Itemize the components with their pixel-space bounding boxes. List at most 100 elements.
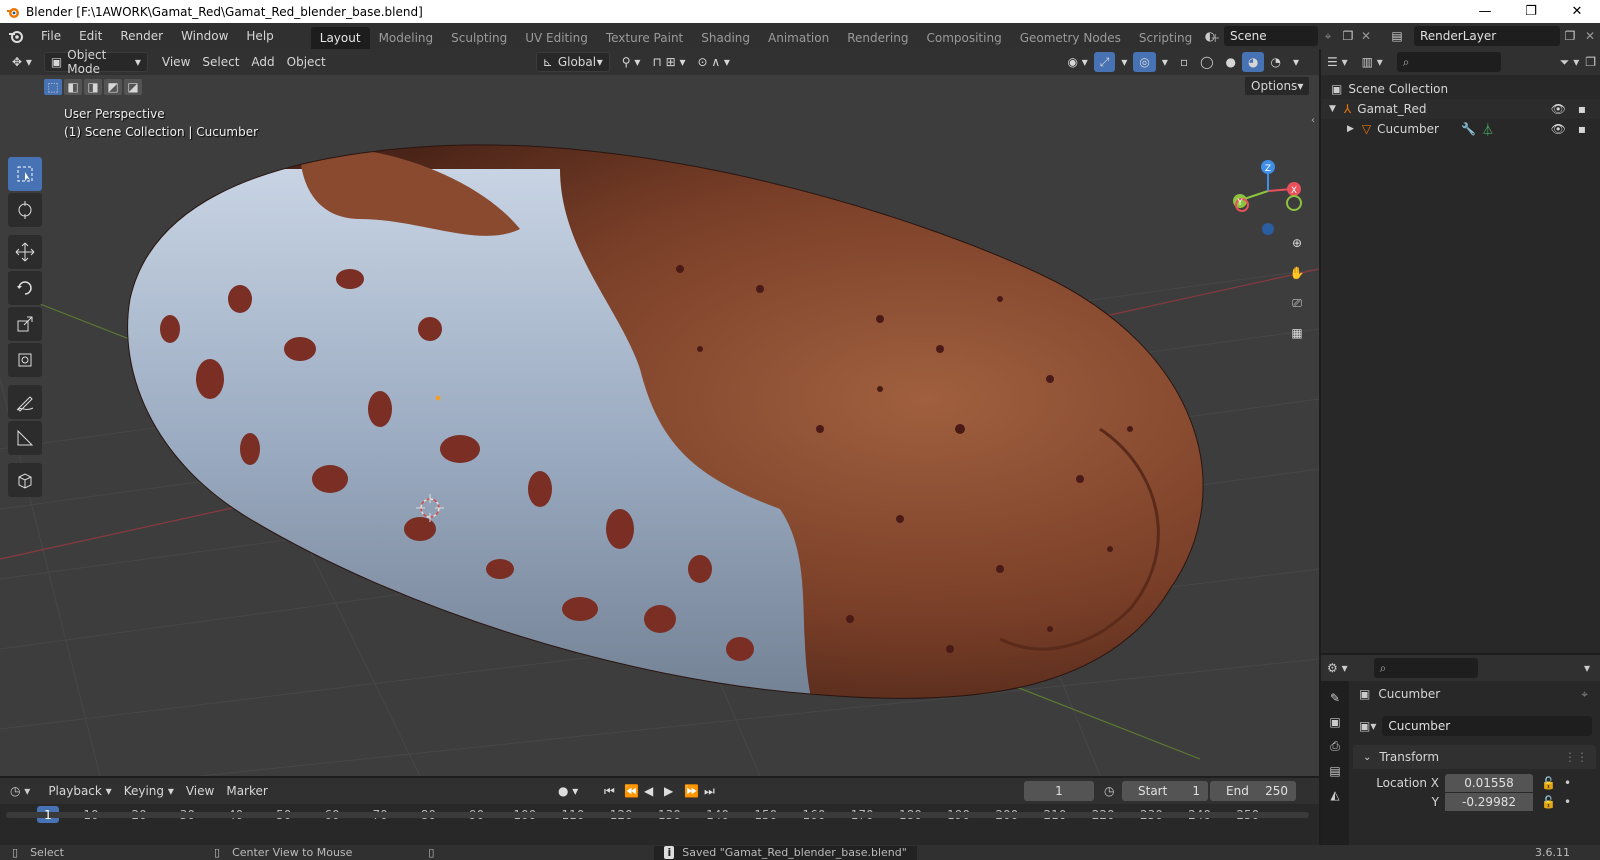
outliner-editor-icon[interactable]: ☰ ▾ [1327,55,1348,69]
view-layer-tab-icon[interactable]: ▤ [1329,764,1340,778]
modifier-wrench-icon[interactable]: 🔧 [1461,122,1476,136]
keyframe-dot-icon[interactable]: • [1564,776,1571,790]
new-layer-icon[interactable]: ❐ [1560,29,1580,43]
menu-object[interactable]: Object [281,52,332,72]
remove-scene-icon[interactable]: ✕ [1358,29,1374,43]
scale-tool-icon[interactable] [8,307,42,341]
solid-shading-icon[interactable]: ● [1220,52,1242,72]
transform-section-header[interactable]: ⌄ Transform ⋮⋮ [1353,745,1596,769]
new-collection-icon[interactable]: ❐ [1585,55,1596,69]
clock-icon[interactable]: ◷ [1104,784,1114,798]
measure-tool-icon[interactable] [8,421,42,455]
gizmo-dropdown-icon[interactable]: ▾ [1115,52,1133,72]
tab-texture-paint[interactable]: Texture Paint [597,27,692,49]
select-invert-icon[interactable]: ◩ [104,79,122,95]
mode-dropdown[interactable]: ▣ Object Mode ▾ [43,49,148,76]
material-shading-icon[interactable]: ◕ [1242,52,1265,72]
filter-icon[interactable]: ⏷ ▾ [1560,55,1579,70]
add-cube-tool-icon[interactable] [8,463,42,497]
outliner-row-cucumber[interactable]: ▶ ▽ Cucumber 🔧 ⏃ 👁 ▪ [1321,119,1600,139]
menu-playback[interactable]: Playback ▾ [42,781,117,801]
tab-animation[interactable]: Animation [759,27,838,49]
shading-dropdown-icon[interactable]: ▾ [1287,52,1305,72]
tab-uv-editing[interactable]: UV Editing [516,27,597,49]
timeline-editor-icon[interactable]: ◷ ▾ [10,784,30,798]
minimize-button[interactable]: — [1462,0,1508,23]
outliner-row-gamat-red[interactable]: ▼ ⅄ Gamat_Red 👁 ▪ [1321,99,1600,119]
current-frame-field[interactable]: 1 [1024,781,1094,801]
select-intersect-icon[interactable]: ◪ [124,79,142,95]
keyframe-dot-icon[interactable]: • [1564,795,1571,809]
gizmo-toggle-icon[interactable]: ⤢ [1093,52,1116,72]
prev-keyframe-button[interactable]: ⏪ [624,784,639,798]
tab-geometry-nodes[interactable]: Geometry Nodes [1011,27,1130,49]
sidebar-toggle-icon[interactable]: ‹ [1311,115,1315,126]
tab-sculpting[interactable]: Sculpting [442,27,516,49]
location-x-field[interactable]: 0.01558 [1445,773,1533,792]
play-reverse-button[interactable]: ◀ [644,784,653,798]
pin-icon[interactable]: ⌖ [1581,687,1588,702]
tab-layout[interactable]: Layout [310,27,370,49]
tab-modeling[interactable]: Modeling [370,27,443,49]
menu-timeline-view[interactable]: View [180,781,220,801]
drag-handle-icon[interactable]: ⋮⋮ [1564,750,1588,764]
menu-view[interactable]: View [156,52,196,72]
tab-scripting[interactable]: Scripting [1130,27,1201,49]
close-button[interactable]: ✕ [1554,0,1600,23]
move-tool-icon[interactable] [8,235,42,269]
tool-tab-icon[interactable]: ✎ [1330,691,1340,705]
blender-menu-icon[interactable] [0,23,32,49]
mesh-data-icon[interactable]: ⏃ [1482,121,1494,138]
start-frame-field[interactable]: Start 1 [1122,781,1208,801]
object-data-icon[interactable]: ▣▾ [1359,719,1376,733]
zoom-icon[interactable]: ⊕ [1285,231,1309,255]
rendered-shading-icon[interactable]: ◔ [1264,52,1286,72]
output-tab-icon[interactable]: ⎙ [1330,739,1340,754]
editor-type-icon[interactable]: ✥ ▾ [6,52,38,72]
properties-search-input[interactable]: ⌕ [1373,658,1478,678]
select-extend-icon[interactable]: ◧ [64,79,82,95]
transform-tool-icon[interactable] [8,343,42,377]
new-scene-icon[interactable]: ❐ [1338,29,1358,43]
chevron-down-icon[interactable]: ▾ [1584,661,1590,675]
play-button[interactable]: ▶ [664,784,673,798]
tab-rendering[interactable]: Rendering [838,27,917,49]
lock-icon[interactable]: 🔓 [1541,795,1556,809]
menu-select[interactable]: Select [196,52,245,72]
select-box-tool-icon[interactable] [8,157,42,191]
outliner-search-input[interactable]: ⌕ [1396,52,1501,72]
select-subtract-icon[interactable]: ◨ [84,79,102,95]
menu-edit[interactable]: Edit [70,25,111,47]
outliner-row-scene-collection[interactable]: ▣ Scene Collection [1321,79,1600,99]
menu-help[interactable]: Help [237,25,282,47]
object-name-field[interactable]: Cucumber [1382,716,1592,736]
eye-icon[interactable]: 👁 [1551,122,1566,136]
record-button[interactable]: ● ▾ [558,784,578,798]
pan-hand-icon[interactable]: ✋ [1285,261,1309,285]
remove-layer-icon[interactable]: ✕ [1580,29,1600,43]
pin-icon[interactable]: ⌖ [1318,29,1338,44]
maximize-button[interactable]: ❐ [1508,0,1554,23]
cursor-tool-icon[interactable] [8,193,42,227]
options-dropdown[interactable]: Options ▾ [1244,76,1310,96]
properties-editor-icon[interactable]: ⚙ ▾ [1327,661,1348,675]
ortho-grid-icon[interactable]: ▦ [1285,321,1309,345]
viewport-scene[interactable] [0,49,1319,776]
pivot-icon[interactable]: ⚲ ▾ [616,52,647,72]
scene-name-field[interactable]: Scene [1224,26,1318,46]
expand-arrow-icon[interactable]: ▼ [1329,104,1336,114]
display-mode-icon[interactable]: ▥ ▾ [1362,55,1383,69]
lock-icon[interactable]: 🔓 [1541,776,1556,790]
orientation-dropdown[interactable]: ⊾ Global ▾ [535,52,610,72]
tab-shading[interactable]: Shading [692,27,759,49]
location-y-field[interactable]: -0.29982 [1445,792,1533,811]
menu-render[interactable]: Render [111,25,172,47]
eye-icon[interactable]: 👁 [1551,102,1566,116]
annotate-tool-icon[interactable] [8,385,42,419]
select-new-icon[interactable]: ⬚ [44,79,62,95]
wireframe-shading-icon[interactable]: ◯ [1194,52,1219,72]
3d-viewport[interactable]: ✥ ▾ ▣ Object Mode ▾ View Select Add Obje… [0,49,1319,776]
navigation-gizmo[interactable]: X Y Z [1228,159,1308,239]
camera-icon[interactable]: ▪ [1578,122,1586,136]
camera-view-icon[interactable]: ⎚ [1285,291,1309,315]
